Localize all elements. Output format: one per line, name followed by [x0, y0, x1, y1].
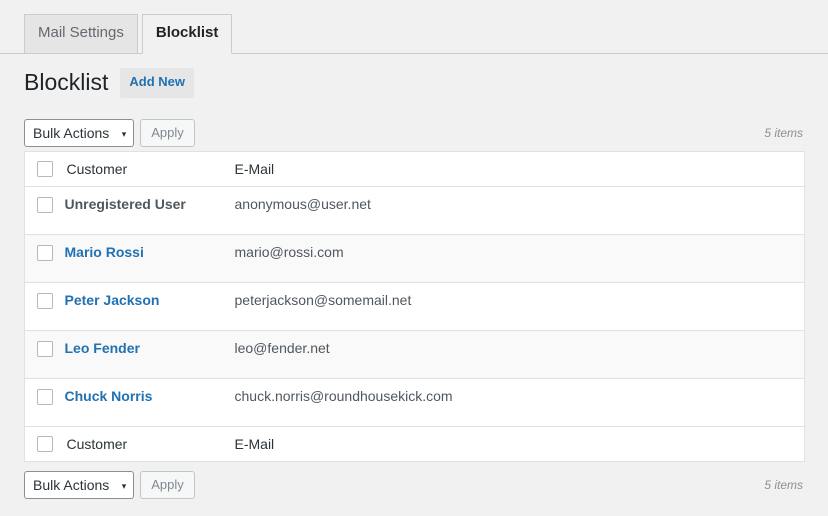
row-email-cell: peterjackson@somemail.net — [234, 282, 805, 331]
chevron-down-icon: ▾ — [121, 481, 127, 491]
row-checkbox-cell — [24, 330, 65, 379]
row-customer-name: Unregistered User — [64, 196, 186, 212]
bulk-actions-group-top: Bulk Actions ▾ Apply — [24, 119, 195, 147]
row-customer-link[interactable]: Leo Fender — [65, 340, 140, 356]
table-footer-row: Customer E-Mail — [24, 426, 805, 462]
page-header: Blocklist Add New — [24, 68, 194, 98]
row-checkbox-cell — [24, 378, 65, 427]
row-checkbox[interactable] — [37, 341, 53, 358]
row-checkbox-cell — [24, 282, 65, 331]
select-all-header-top — [24, 151, 65, 187]
tablenav-top: Bulk Actions ▾ Apply 5 items — [24, 119, 805, 149]
row-checkbox[interactable] — [37, 245, 53, 262]
select-all-header-bottom — [24, 426, 65, 462]
row-email-cell: anonymous@user.net — [234, 196, 371, 212]
column-header-email-top[interactable]: E-Mail — [234, 151, 805, 187]
row-customer-cell: Unregistered User — [65, 187, 235, 235]
bulk-actions-group-bottom: Bulk Actions ▾ Apply — [24, 471, 195, 499]
tab-mail-settings[interactable]: Mail Settings — [24, 14, 138, 53]
row-checkbox-cell — [24, 234, 65, 283]
tab-blocklist[interactable]: Blocklist — [141, 14, 233, 54]
row-email-cell: leo@fender.net — [234, 330, 805, 379]
bulk-actions-select-top-value: Bulk Actions — [33, 125, 110, 141]
items-count-top: 5 items — [764, 126, 803, 140]
bulk-actions-select-bottom[interactable]: Bulk Actions ▾ — [24, 471, 135, 499]
table-row: Mario Rossi mario@rossi.com — [24, 234, 805, 283]
row-email-cell: mario@rossi.com — [234, 234, 805, 283]
settings-tab-bar: Mail Settings Blocklist — [0, 14, 828, 54]
bulk-actions-select-top[interactable]: Bulk Actions ▾ — [24, 119, 135, 147]
table-row: Chuck Norris chuck.norris@roundhousekick… — [24, 378, 805, 427]
row-customer-cell: Mario Rossi — [64, 234, 235, 283]
row-customer-link[interactable]: Peter Jackson — [65, 292, 160, 308]
apply-button-bottom[interactable]: Apply — [140, 471, 195, 499]
row-checkbox[interactable] — [37, 389, 53, 406]
row-checkbox[interactable] — [37, 197, 53, 214]
chevron-down-icon: ▾ — [121, 129, 127, 139]
select-all-checkbox-bottom[interactable] — [37, 436, 53, 453]
row-customer-link[interactable]: Chuck Norris — [65, 388, 153, 404]
add-new-button[interactable]: Add New — [120, 68, 194, 98]
row-customer-cell: Peter Jackson — [64, 282, 235, 331]
column-header-customer-top[interactable]: Customer — [64, 151, 235, 187]
table-row: Unregistered User anonymous@user.net — [24, 186, 805, 235]
tablenav-bottom: Bulk Actions ▾ Apply 5 items — [24, 471, 805, 501]
row-email-cell: chuck.norris@roundhousekick.com — [234, 378, 805, 427]
row-checkbox-cell — [25, 187, 65, 235]
column-header-customer-bottom[interactable]: Customer — [64, 426, 235, 462]
items-count-bottom: 5 items — [764, 478, 803, 492]
table-body: Unregistered User anonymous@user.net Mar… — [24, 186, 805, 427]
apply-button-top[interactable]: Apply — [140, 119, 195, 147]
table-foot: Customer E-Mail — [24, 426, 805, 462]
row-customer-cell: Chuck Norris — [64, 378, 235, 427]
page-title: Blocklist — [24, 69, 109, 95]
table-row: Leo Fender leo@fender.net — [24, 330, 805, 379]
column-header-email-bottom[interactable]: E-Mail — [234, 426, 805, 462]
table-row: Peter Jackson peterjackson@somemail.net — [24, 282, 805, 331]
bulk-actions-select-bottom-value: Bulk Actions — [33, 477, 110, 493]
table-head: Customer E-Mail — [24, 151, 805, 187]
row-customer-cell: Leo Fender — [64, 330, 235, 379]
select-all-checkbox-top[interactable] — [37, 161, 53, 178]
row-checkbox[interactable] — [37, 293, 53, 310]
row-customer-link[interactable]: Mario Rossi — [65, 244, 144, 260]
table-header-row: Customer E-Mail — [24, 151, 805, 187]
blocklist-table: Customer E-Mail Unregistered User anonym… — [24, 151, 805, 462]
